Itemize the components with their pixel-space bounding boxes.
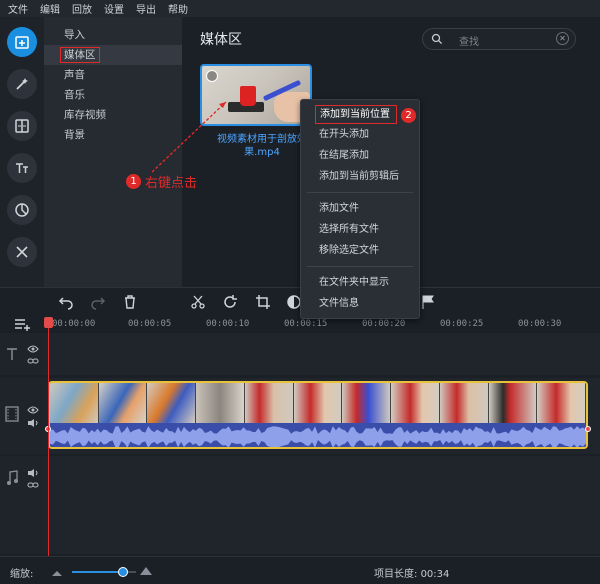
volume-icon[interactable] <box>27 468 39 478</box>
ruler-label: 00:00:00 <box>52 319 96 329</box>
right-click-label: 右键点击 <box>145 176 198 191</box>
menu-settings[interactable]: 设置 <box>104 1 124 16</box>
tool-rail <box>0 17 44 287</box>
audio-track <box>0 456 600 554</box>
music-note-icon <box>7 470 18 485</box>
clear-search-icon[interactable]: ✕ <box>556 32 569 45</box>
ruler-label: 00:00:10 <box>206 319 250 329</box>
clip-frames <box>50 383 586 423</box>
visibility-eye-icon[interactable] <box>27 345 39 353</box>
link-icon[interactable] <box>27 481 39 489</box>
marker-flag-icon[interactable] <box>420 294 436 310</box>
video-clip[interactable] <box>48 381 588 449</box>
text-button[interactable] <box>7 153 37 183</box>
zoom-label: 缩放: <box>10 569 34 580</box>
step-badge-1: 1 <box>126 174 141 189</box>
play-icon <box>206 70 218 82</box>
menu-edit[interactable]: 编辑 <box>40 1 60 16</box>
link-icon[interactable] <box>27 357 39 365</box>
text-icon <box>16 163 28 173</box>
menu-bar: 文件 编辑 回放 设置 导出 帮助 <box>0 0 600 17</box>
delete-icon[interactable] <box>122 294 138 310</box>
category-sound[interactable]: 声音 <box>44 65 182 85</box>
menu-separator <box>307 266 413 267</box>
magic-wand-icon <box>16 78 28 90</box>
import-icon <box>15 36 29 49</box>
search-icon <box>431 33 443 45</box>
playhead-handle[interactable] <box>44 317 53 328</box>
audio-waveform <box>50 425 586 447</box>
project-length-value: 00:34 <box>420 569 450 580</box>
category-import[interactable]: 导入 <box>44 25 182 45</box>
ruler-label: 00:00:05 <box>128 319 172 329</box>
visibility-eye-icon[interactable] <box>27 406 39 414</box>
step-badge-2: 2 <box>401 108 416 123</box>
menu-add-at-end[interactable]: 在结尾添加 <box>301 145 419 166</box>
zoom-out-icon[interactable] <box>52 566 62 576</box>
menu-remove-selected[interactable]: 移除选定文件 <box>301 240 419 261</box>
project-length: 项目长度: 00:34 <box>374 569 450 580</box>
menu-add-at-start[interactable]: 在开头添加 <box>301 124 419 145</box>
filters-icon <box>15 203 29 217</box>
effects-button[interactable] <box>7 69 37 99</box>
status-bar: 缩放: 项目长度: 00:34 <box>0 556 600 584</box>
category-media[interactable]: 媒体区 <box>44 45 182 65</box>
search-box[interactable]: 查找 ✕ <box>422 28 576 50</box>
ruler-label: 00:00:25 <box>440 319 484 329</box>
menu-playback[interactable]: 回放 <box>72 1 92 16</box>
callout-arrow <box>152 101 227 173</box>
menu-help[interactable]: 帮助 <box>168 1 188 16</box>
video-track-icon <box>5 406 19 422</box>
tools-icon <box>16 246 28 258</box>
menu-separator <box>307 192 413 193</box>
import-button[interactable] <box>7 27 37 57</box>
menu-show-in-folder[interactable]: 在文件夹中显示 <box>301 272 419 293</box>
text-track-icon <box>7 348 17 360</box>
redo-icon[interactable] <box>90 294 106 310</box>
cut-icon[interactable] <box>190 294 206 310</box>
zoom-slider-knob[interactable] <box>118 567 129 577</box>
transitions-button[interactable] <box>7 111 37 141</box>
media-title: 媒体区 <box>200 32 242 48</box>
undo-icon[interactable] <box>58 294 74 310</box>
menu-add-after-clip[interactable]: 添加到当前剪辑后 <box>301 166 419 187</box>
context-menu: 添加到当前位置 在开头添加 在结尾添加 添加到当前剪辑后 添加文件 选择所有文件… <box>300 99 420 319</box>
search-input[interactable]: 查找 <box>459 33 479 48</box>
zoom-slider[interactable] <box>72 567 136 577</box>
menu-add-at-current[interactable]: 添加到当前位置 <box>315 105 397 124</box>
ruler-label: 00:00:15 <box>284 319 328 329</box>
menu-select-all[interactable]: 选择所有文件 <box>301 219 419 240</box>
rotate-icon[interactable] <box>222 294 238 310</box>
menu-add-files[interactable]: 添加文件 <box>301 198 419 219</box>
right-click-callout: 1 右键点击 <box>126 172 197 191</box>
text-track <box>0 333 600 375</box>
add-track-icon[interactable] <box>14 317 32 331</box>
menu-file[interactable]: 文件 <box>8 1 28 16</box>
volume-icon[interactable] <box>27 418 39 428</box>
tools-button[interactable] <box>7 237 37 267</box>
menu-export[interactable]: 导出 <box>136 1 156 16</box>
ruler-label: 00:00:20 <box>362 319 406 329</box>
ruler-label: 00:00:30 <box>518 319 562 329</box>
menu-file-info[interactable]: 文件信息 <box>301 293 419 314</box>
zoom-in-icon[interactable] <box>140 565 152 575</box>
clip-end-handle[interactable] <box>585 426 591 432</box>
transitions-icon <box>15 119 29 133</box>
playhead-line <box>48 318 49 580</box>
crop-icon[interactable] <box>255 294 271 310</box>
filters-button[interactable] <box>7 195 37 225</box>
